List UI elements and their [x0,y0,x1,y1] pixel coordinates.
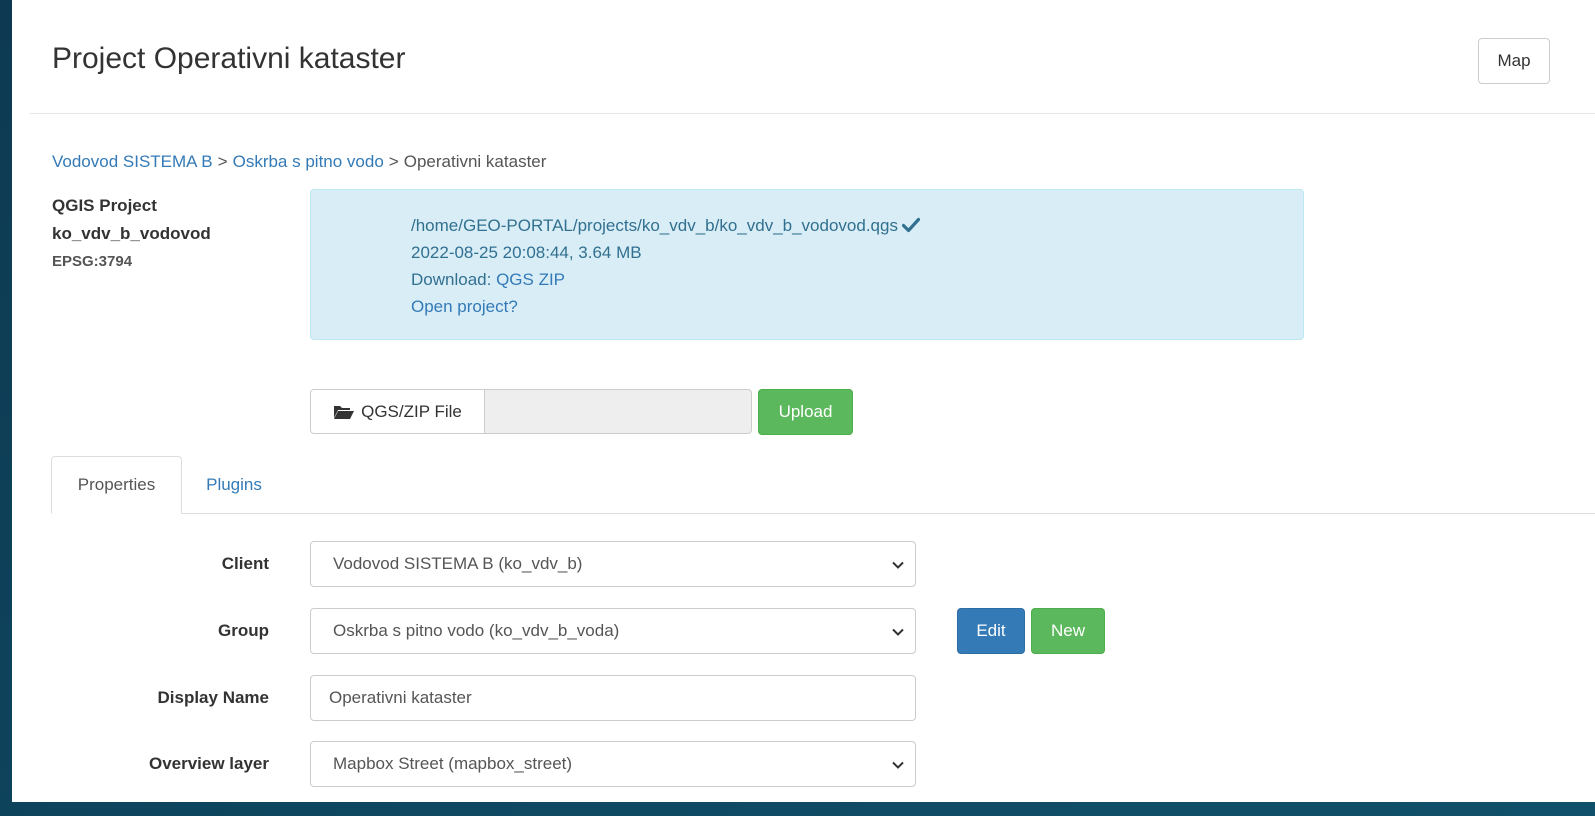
open-project-link[interactable]: Open project? [411,297,518,316]
display-name-row: Display Name [12,675,1212,721]
breadcrumb-client-link[interactable]: Vodovod SISTEMA B [52,152,213,171]
edit-group-button[interactable]: Edit [957,608,1025,654]
chevron-down-icon [892,761,904,769]
upload-button[interactable]: Upload [758,389,853,435]
upload-row: QGS/ZIP File Upload [310,389,853,436]
file-modified-size: 2022-08-25 20:08:44, 3.64 MB [411,243,642,262]
tab-properties[interactable]: Properties [51,456,182,514]
client-row: Client Vodovod SISTEMA B (ko_vdv_b) [12,541,1212,587]
check-icon [901,217,920,233]
breadcrumb-group-link[interactable]: Oskrba s pitno vodo [233,152,384,171]
download-line: Download: QGS ZIP [411,266,920,293]
display-name-input[interactable] [310,675,916,721]
breadcrumb-separator: > [217,152,228,171]
project-label: QGIS Project [52,196,157,215]
file-name-input[interactable] [485,389,752,434]
tab-plugins[interactable]: Plugins [194,456,274,513]
download-qgs-zip-link[interactable]: QGS ZIP [496,270,565,289]
group-label: Group [218,621,269,640]
breadcrumb-separator: > [388,152,399,171]
file-path: /home/GEO-PORTAL/projects/ko_vdv_b/ko_vd… [411,216,898,235]
client-select[interactable]: Vodovod SISTEMA B (ko_vdv_b) [310,541,916,587]
new-group-button[interactable]: New [1031,608,1105,654]
file-select-button[interactable]: QGS/ZIP File [310,389,485,434]
overview-layer-row: Overview layer Mapbox Street (mapbox_str… [12,741,1212,787]
page-header: Project Operativni kataster Map [30,0,1595,114]
project-epsg: EPSG:3794 [52,253,133,270]
breadcrumb-current: Operativni kataster [403,152,547,171]
chevron-down-icon [892,628,904,636]
overview-layer-select-value: Mapbox Street (mapbox_street) [333,754,573,773]
overview-layer-select[interactable]: Mapbox Street (mapbox_street) [310,741,916,787]
project-name: ko_vdv_b_vodovod [52,224,211,243]
page-container: Project Operativni kataster Map Vodovod … [12,0,1595,802]
file-info-panel: /home/GEO-PORTAL/projects/ko_vdv_b/ko_vd… [310,189,1304,340]
group-select-value: Oskrba s pitno vodo (ko_vdv_b_voda) [333,621,620,640]
chevron-down-icon [892,561,904,569]
folder-open-icon [334,405,355,419]
file-path-line: /home/GEO-PORTAL/projects/ko_vdv_b/ko_vd… [411,212,920,239]
client-select-value: Vodovod SISTEMA B (ko_vdv_b) [333,554,583,573]
breadcrumb: Vodovod SISTEMA B > Oskrba s pitno vodo > Op… [52,152,546,172]
map-button[interactable]: Map [1478,38,1550,84]
download-label: Download: [411,270,492,289]
tab-bar: Properties Plugins [51,456,1595,514]
group-row: Group Oskrba s pitno vodo (ko_vdv_b_voda… [12,608,1212,654]
group-select[interactable]: Oskrba s pitno vodo (ko_vdv_b_voda) [310,608,916,654]
overview-layer-label: Overview layer [148,754,269,773]
file-select-label: QGS/ZIP File [361,401,462,421]
page-title: Project Operativni kataster [52,42,406,75]
project-info: QGIS Project ko_vdv_b_vodovod EPSG:3794 [52,192,211,270]
client-label: Client [221,554,269,573]
display-name-label: Display Name [157,688,270,707]
